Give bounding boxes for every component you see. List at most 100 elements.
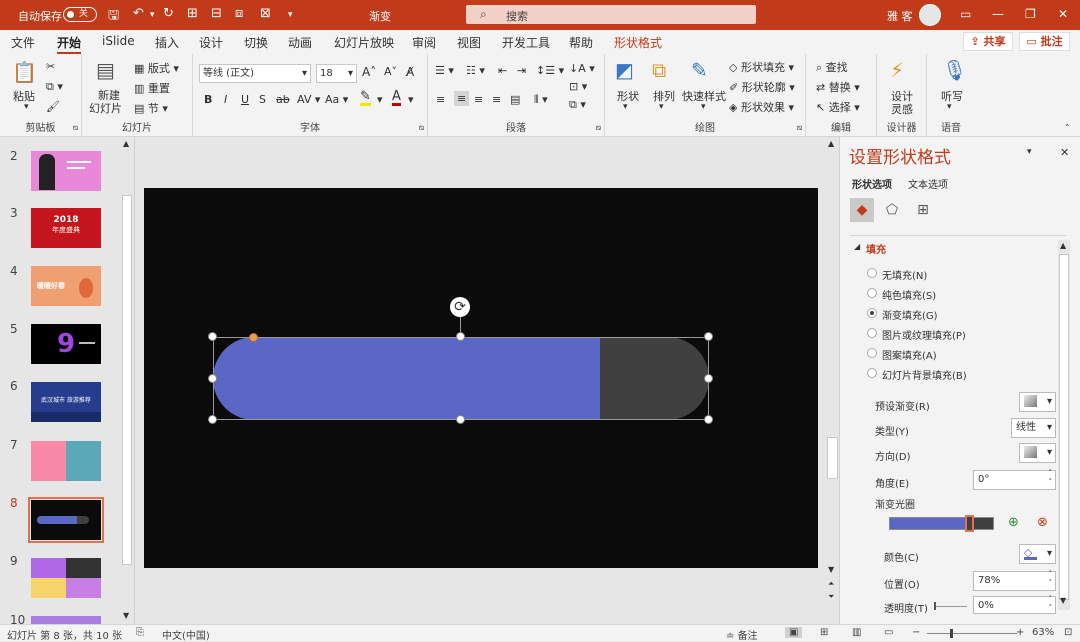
clear-format-icon[interactable]: A̸ [406,65,414,79]
autosave-toggle[interactable]: 关 [63,7,97,22]
resize-handle-n[interactable] [456,332,465,341]
user-name[interactable]: 雅 客 [887,8,913,24]
scroll-down-icon[interactable]: ▼ [828,565,834,574]
ribbon-display-icon[interactable]: ▭ [960,7,971,21]
tab-slideshow[interactable]: 幻灯片放映 [334,34,394,51]
tab-shape-format[interactable]: 形状格式 [614,34,662,51]
resize-handle-nw[interactable] [208,332,217,341]
resize-handle-w[interactable] [208,374,217,383]
highlight-dropdown-icon[interactable]: ▾ [377,93,383,106]
reading-view-icon[interactable]: ▥ [852,627,861,638]
shapes-icon[interactable]: ◩ [615,58,634,82]
slide-sorter-icon[interactable]: ⊞ [820,627,828,638]
slide-thumbnail-10[interactable] [31,616,101,624]
quick-styles-icon[interactable]: ✎ [691,58,708,82]
fit-to-window-icon[interactable]: ⊡ [1064,627,1072,638]
redo-icon[interactable]: ↻ [163,6,174,21]
shape-outline-button[interactable]: ✐ 形状轮廓 ▾ [729,79,795,95]
position-input[interactable]: 78% ˄ ˅ [973,570,1056,591]
add-stop-icon[interactable]: ⊕ [1008,515,1019,530]
direction-dropdown[interactable]: ▾ [1019,443,1056,463]
minimize-icon[interactable]: — [992,7,1004,21]
font-name-select[interactable]: 等线 (正文) ▾ [199,64,311,83]
resize-handle-sw[interactable] [208,415,217,424]
italic-icon[interactable]: I [224,93,227,106]
radio-solid-fill[interactable] [867,288,877,298]
collapse-ribbon-icon[interactable]: ˄ [1065,124,1070,134]
copy-icon[interactable]: ⧉ ▾ [46,80,63,94]
save-icon[interactable]: 🖫 [108,6,119,28]
decrease-indent-icon[interactable]: ⇤ [498,64,507,77]
grow-font-icon[interactable]: A˄ [362,65,376,79]
previous-slide-icon[interactable]: ⏶ [828,579,834,589]
fill-option-label[interactable]: 图片或纹理填充(P) [882,327,966,342]
arrange-dropdown-icon[interactable]: ▾ [659,102,664,112]
design-ideas-icon[interactable]: ⚡ [890,58,904,82]
color-picker-button[interactable]: ◇ ▾ [1019,544,1056,564]
tab-islide[interactable]: iSlide [102,34,135,48]
shadow-icon[interactable]: S [259,93,266,106]
angle-input[interactable]: 0° ˄ ˅ [973,469,1056,490]
paste-icon[interactable]: 📋 [12,60,37,84]
slide-thumbnail-9[interactable] [31,558,101,598]
canvas-vertical-scrollbar[interactable]: ▲ ▼ ⏶ ⏷ [826,137,839,607]
language[interactable]: 中文(中国) [162,627,210,642]
fill-option-label[interactable]: 纯色填充(S) [882,287,936,302]
quick-access-icon-1[interactable]: ⊞ [187,6,198,21]
pane-close-icon[interactable]: ✕ [1060,146,1069,159]
notes-button[interactable]: ≐ 备注 [726,627,758,642]
restore-icon[interactable]: ❐ [1025,7,1036,21]
replace-button[interactable]: ⇄ 替换 ▾ [816,79,860,95]
quick-access-icon-2[interactable]: ⊟ [211,6,222,21]
slide-thumbnail-2[interactable] [31,151,101,191]
align-left-icon[interactable]: ≡ [436,93,445,106]
design-ideas-label-2[interactable]: 灵感 [891,101,913,117]
resize-handle-e[interactable] [704,374,713,383]
scroll-up-icon[interactable]: ▲ [123,139,129,148]
bold-icon[interactable]: B [204,93,212,106]
fill-option-label[interactable]: 幻灯片背景填充(B) [882,367,967,382]
adjust-handle[interactable] [249,333,258,342]
zoom-out-icon[interactable]: − [912,627,920,638]
increase-indent-icon[interactable]: ⇥ [517,64,526,77]
resize-handle-ne[interactable] [704,332,713,341]
pane-options-icon[interactable]: ▾ [1027,147,1032,157]
paste-dropdown-icon[interactable]: ▾ [24,102,29,112]
numbering-icon[interactable]: ☷ ▾ [466,64,485,77]
smartart-icon[interactable]: ⧉ ▾ [569,98,586,112]
tab-design[interactable]: 设计 [199,34,223,51]
slide-thumbnail-8[interactable] [28,497,104,543]
justify-icon[interactable]: ≡ [492,93,501,106]
radio-pattern-fill[interactable] [867,348,877,358]
section-button[interactable]: ▤ 节 ▾ [134,100,168,116]
microphone-icon[interactable]: 🎙 [942,58,967,82]
spinner-icon[interactable]: ˄ ˅ [1049,570,1053,588]
scrollbar-thumb[interactable] [1059,254,1069,600]
remove-stop-icon[interactable]: ⊗ [1037,515,1048,530]
shapes-dropdown-icon[interactable]: ▾ [623,102,628,112]
zoom-slider[interactable] [927,633,1017,634]
scroll-up-icon[interactable]: ▲ [828,139,834,148]
reset-button[interactable]: ▥ 重置 [134,80,170,96]
bullets-icon[interactable]: ☰ ▾ [435,64,454,77]
zoom-in-icon[interactable]: + [1016,627,1024,638]
undo-icon[interactable]: ↶ [133,6,144,21]
change-case-icon[interactable]: Aa ▾ [325,93,348,106]
customize-qat-icon[interactable]: ▾ [288,10,293,20]
paragraph-launcher-icon[interactable]: ⧅ [596,123,601,133]
highlight-icon[interactable]: ✎ [360,90,371,106]
transparency-input[interactable]: 0% ˄ ˅ [973,595,1056,614]
arrange-label[interactable]: 排列 [653,88,675,104]
size-properties-icon[interactable]: ⊞ [911,198,935,222]
align-text-icon[interactable]: ⊡ ▾ [569,80,587,93]
tab-view[interactable]: 视图 [457,34,481,51]
next-slide-icon[interactable]: ⏷ [828,592,834,602]
radio-background-fill[interactable] [867,368,877,378]
slide-thumbnail-5[interactable]: 9 [31,324,101,364]
radio-no-fill[interactable] [867,268,877,278]
quick-styles-dropdown-icon[interactable]: ▾ [701,102,706,112]
clipboard-launcher-icon[interactable]: ⧅ [73,123,78,133]
font-color-icon[interactable]: A [392,90,401,106]
gradient-stops-bar[interactable] [889,515,994,532]
slide[interactable]: ⟳ [144,188,818,568]
